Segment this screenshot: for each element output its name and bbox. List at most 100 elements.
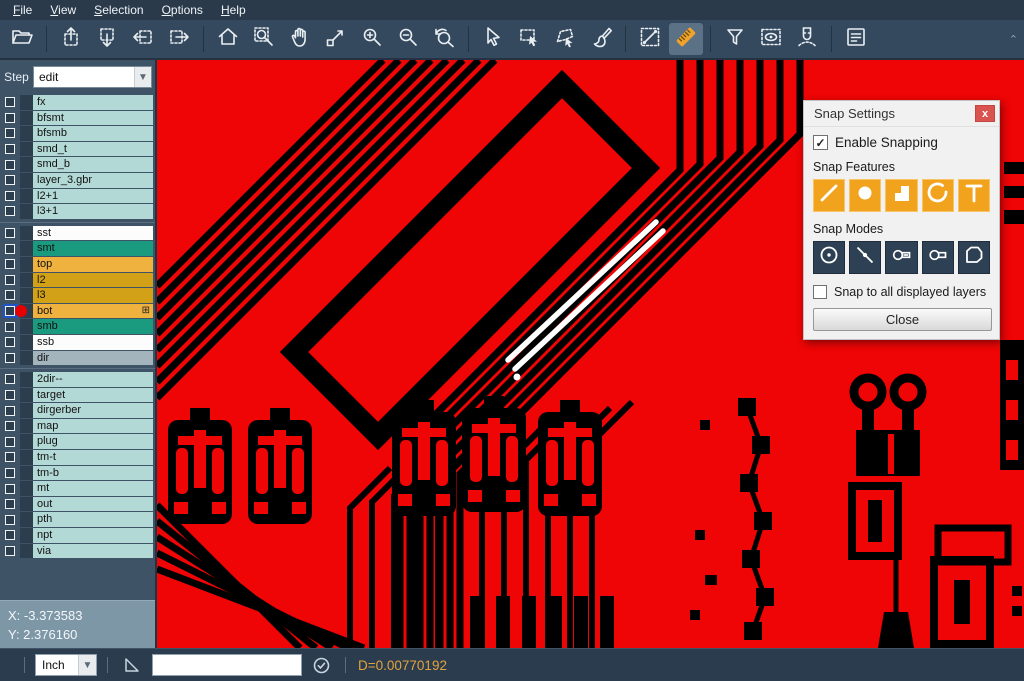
menu-file[interactable]: File xyxy=(4,0,41,20)
layer-checkbox[interactable] xyxy=(5,337,15,347)
shift-left-button[interactable] xyxy=(126,23,160,55)
layer-label[interactable]: top xyxy=(33,257,153,272)
step-dropdown[interactable]: edit ▼ xyxy=(33,66,152,88)
layer-checkbox[interactable] xyxy=(5,374,15,384)
zoom-in-button[interactable] xyxy=(355,23,389,55)
layer-checkbox[interactable] xyxy=(5,97,15,107)
layer-label[interactable]: l3 xyxy=(33,288,153,303)
units-dropdown[interactable]: Inch ▼ xyxy=(35,654,97,676)
layer-checkbox[interactable] xyxy=(5,128,15,138)
mode-pad-button[interactable] xyxy=(885,241,917,274)
zoom-previous-button[interactable] xyxy=(427,23,461,55)
filter-button[interactable] xyxy=(718,23,752,55)
shift-right-button[interactable] xyxy=(162,23,196,55)
zoom-out-button[interactable] xyxy=(391,23,425,55)
layer-checkbox[interactable] xyxy=(5,306,15,316)
home-view-button[interactable] xyxy=(211,23,245,55)
mode-contour-button[interactable] xyxy=(958,241,990,274)
layer-label[interactable]: tm-b xyxy=(33,466,153,481)
menu-view[interactable]: View xyxy=(41,0,85,20)
layer-label[interactable]: dir xyxy=(33,351,153,366)
zoom-window-button[interactable] xyxy=(247,23,281,55)
layer-checkbox[interactable] xyxy=(5,484,15,494)
layer-checkbox[interactable] xyxy=(5,390,15,400)
enable-snapping-checkbox[interactable]: ✓ xyxy=(813,135,828,150)
layer-checkbox[interactable] xyxy=(5,228,15,238)
layers-form-button[interactable] xyxy=(839,23,873,55)
paint-brush-button[interactable] xyxy=(584,23,618,55)
angle-measure-icon[interactable] xyxy=(122,655,142,675)
layer-label[interactable]: smt xyxy=(33,241,153,256)
layer-checkbox[interactable] xyxy=(5,515,15,525)
layer-checkbox[interactable] xyxy=(5,175,15,185)
toolbar-overflow-icon[interactable]: ⌃ xyxy=(1009,33,1018,46)
layer-label[interactable]: layer_3.gbr xyxy=(33,173,153,188)
layer-label[interactable]: out xyxy=(33,497,153,512)
select-rectangle-button[interactable] xyxy=(512,23,546,55)
layer-checkbox[interactable] xyxy=(5,546,15,556)
layer-checkbox[interactable] xyxy=(5,353,15,363)
close-icon[interactable]: x xyxy=(975,105,995,122)
all-layers-checkbox[interactable] xyxy=(813,285,827,299)
display-options-button[interactable] xyxy=(754,23,788,55)
select-polygon-button[interactable] xyxy=(548,23,582,55)
layer-label[interactable]: pth xyxy=(33,512,153,527)
mode-hole-button[interactable] xyxy=(922,241,954,274)
snap-text-button[interactable] xyxy=(958,179,990,212)
layer-label[interactable]: smd_b xyxy=(33,157,153,172)
snap-surface-button[interactable] xyxy=(885,179,917,212)
select-pointer-button[interactable] xyxy=(476,23,510,55)
layer-checkbox[interactable] xyxy=(5,437,15,447)
menu-options[interactable]: Options xyxy=(153,0,212,20)
layer-checkbox[interactable] xyxy=(5,452,15,462)
measure-distance-button[interactable] xyxy=(633,23,667,55)
mode-center-button[interactable] xyxy=(813,241,845,274)
layer-label[interactable]: l3+1 xyxy=(33,204,153,219)
layer-label[interactable]: l2 xyxy=(33,273,153,288)
snap-pad-button[interactable] xyxy=(849,179,881,212)
close-button[interactable]: Close xyxy=(813,308,992,331)
layer-label[interactable]: bot⊞ xyxy=(33,304,153,319)
layer-label[interactable]: fx xyxy=(33,95,153,110)
layer-label[interactable]: 2dir-- xyxy=(33,372,153,387)
menu-help[interactable]: Help xyxy=(212,0,255,20)
layer-label[interactable]: npt xyxy=(33,528,153,543)
layer-checkbox[interactable] xyxy=(5,275,15,285)
layer-label[interactable]: dirgerber xyxy=(33,403,153,418)
apply-check-icon[interactable] xyxy=(312,656,331,675)
layer-label[interactable]: smb xyxy=(33,319,153,334)
layer-label[interactable]: via xyxy=(33,544,153,559)
snap-magnet-button[interactable] xyxy=(790,23,824,55)
grid-icon[interactable]: ⊞ xyxy=(142,304,150,319)
layer-checkbox[interactable] xyxy=(5,244,15,254)
layer-label[interactable]: sst xyxy=(33,226,153,241)
layer-checkbox[interactable] xyxy=(5,206,15,216)
layer-checkbox[interactable] xyxy=(5,530,15,540)
layer-label[interactable]: map xyxy=(33,419,153,434)
command-input[interactable] xyxy=(152,654,302,676)
shift-down-button[interactable] xyxy=(90,23,124,55)
ruler-button[interactable] xyxy=(669,23,703,55)
dialog-titlebar[interactable]: Snap Settings x xyxy=(804,101,999,127)
layer-checkbox[interactable] xyxy=(5,499,15,509)
layer-label[interactable]: bfsmb xyxy=(33,126,153,141)
pan-hand-button[interactable] xyxy=(283,23,317,55)
mode-line-point-button[interactable] xyxy=(849,241,881,274)
layer-label[interactable]: plug xyxy=(33,434,153,449)
layer-checkbox[interactable] xyxy=(5,406,15,416)
layer-label[interactable]: ssb xyxy=(33,335,153,350)
snap-arc-button[interactable] xyxy=(922,179,954,212)
snap-line-button[interactable] xyxy=(813,179,845,212)
layer-checkbox[interactable] xyxy=(5,421,15,431)
open-folder-button[interactable] xyxy=(5,23,39,55)
layer-label[interactable]: smd_t xyxy=(33,142,153,157)
layer-checkbox[interactable] xyxy=(5,144,15,154)
layer-checkbox[interactable] xyxy=(5,322,15,332)
menu-selection[interactable]: Selection xyxy=(85,0,152,20)
layer-label[interactable]: bfsmt xyxy=(33,111,153,126)
layer-checkbox[interactable] xyxy=(5,259,15,269)
shift-up-button[interactable] xyxy=(54,23,88,55)
layer-label[interactable]: l2+1 xyxy=(33,189,153,204)
layer-label[interactable]: mt xyxy=(33,481,153,496)
layer-checkbox[interactable] xyxy=(5,160,15,170)
